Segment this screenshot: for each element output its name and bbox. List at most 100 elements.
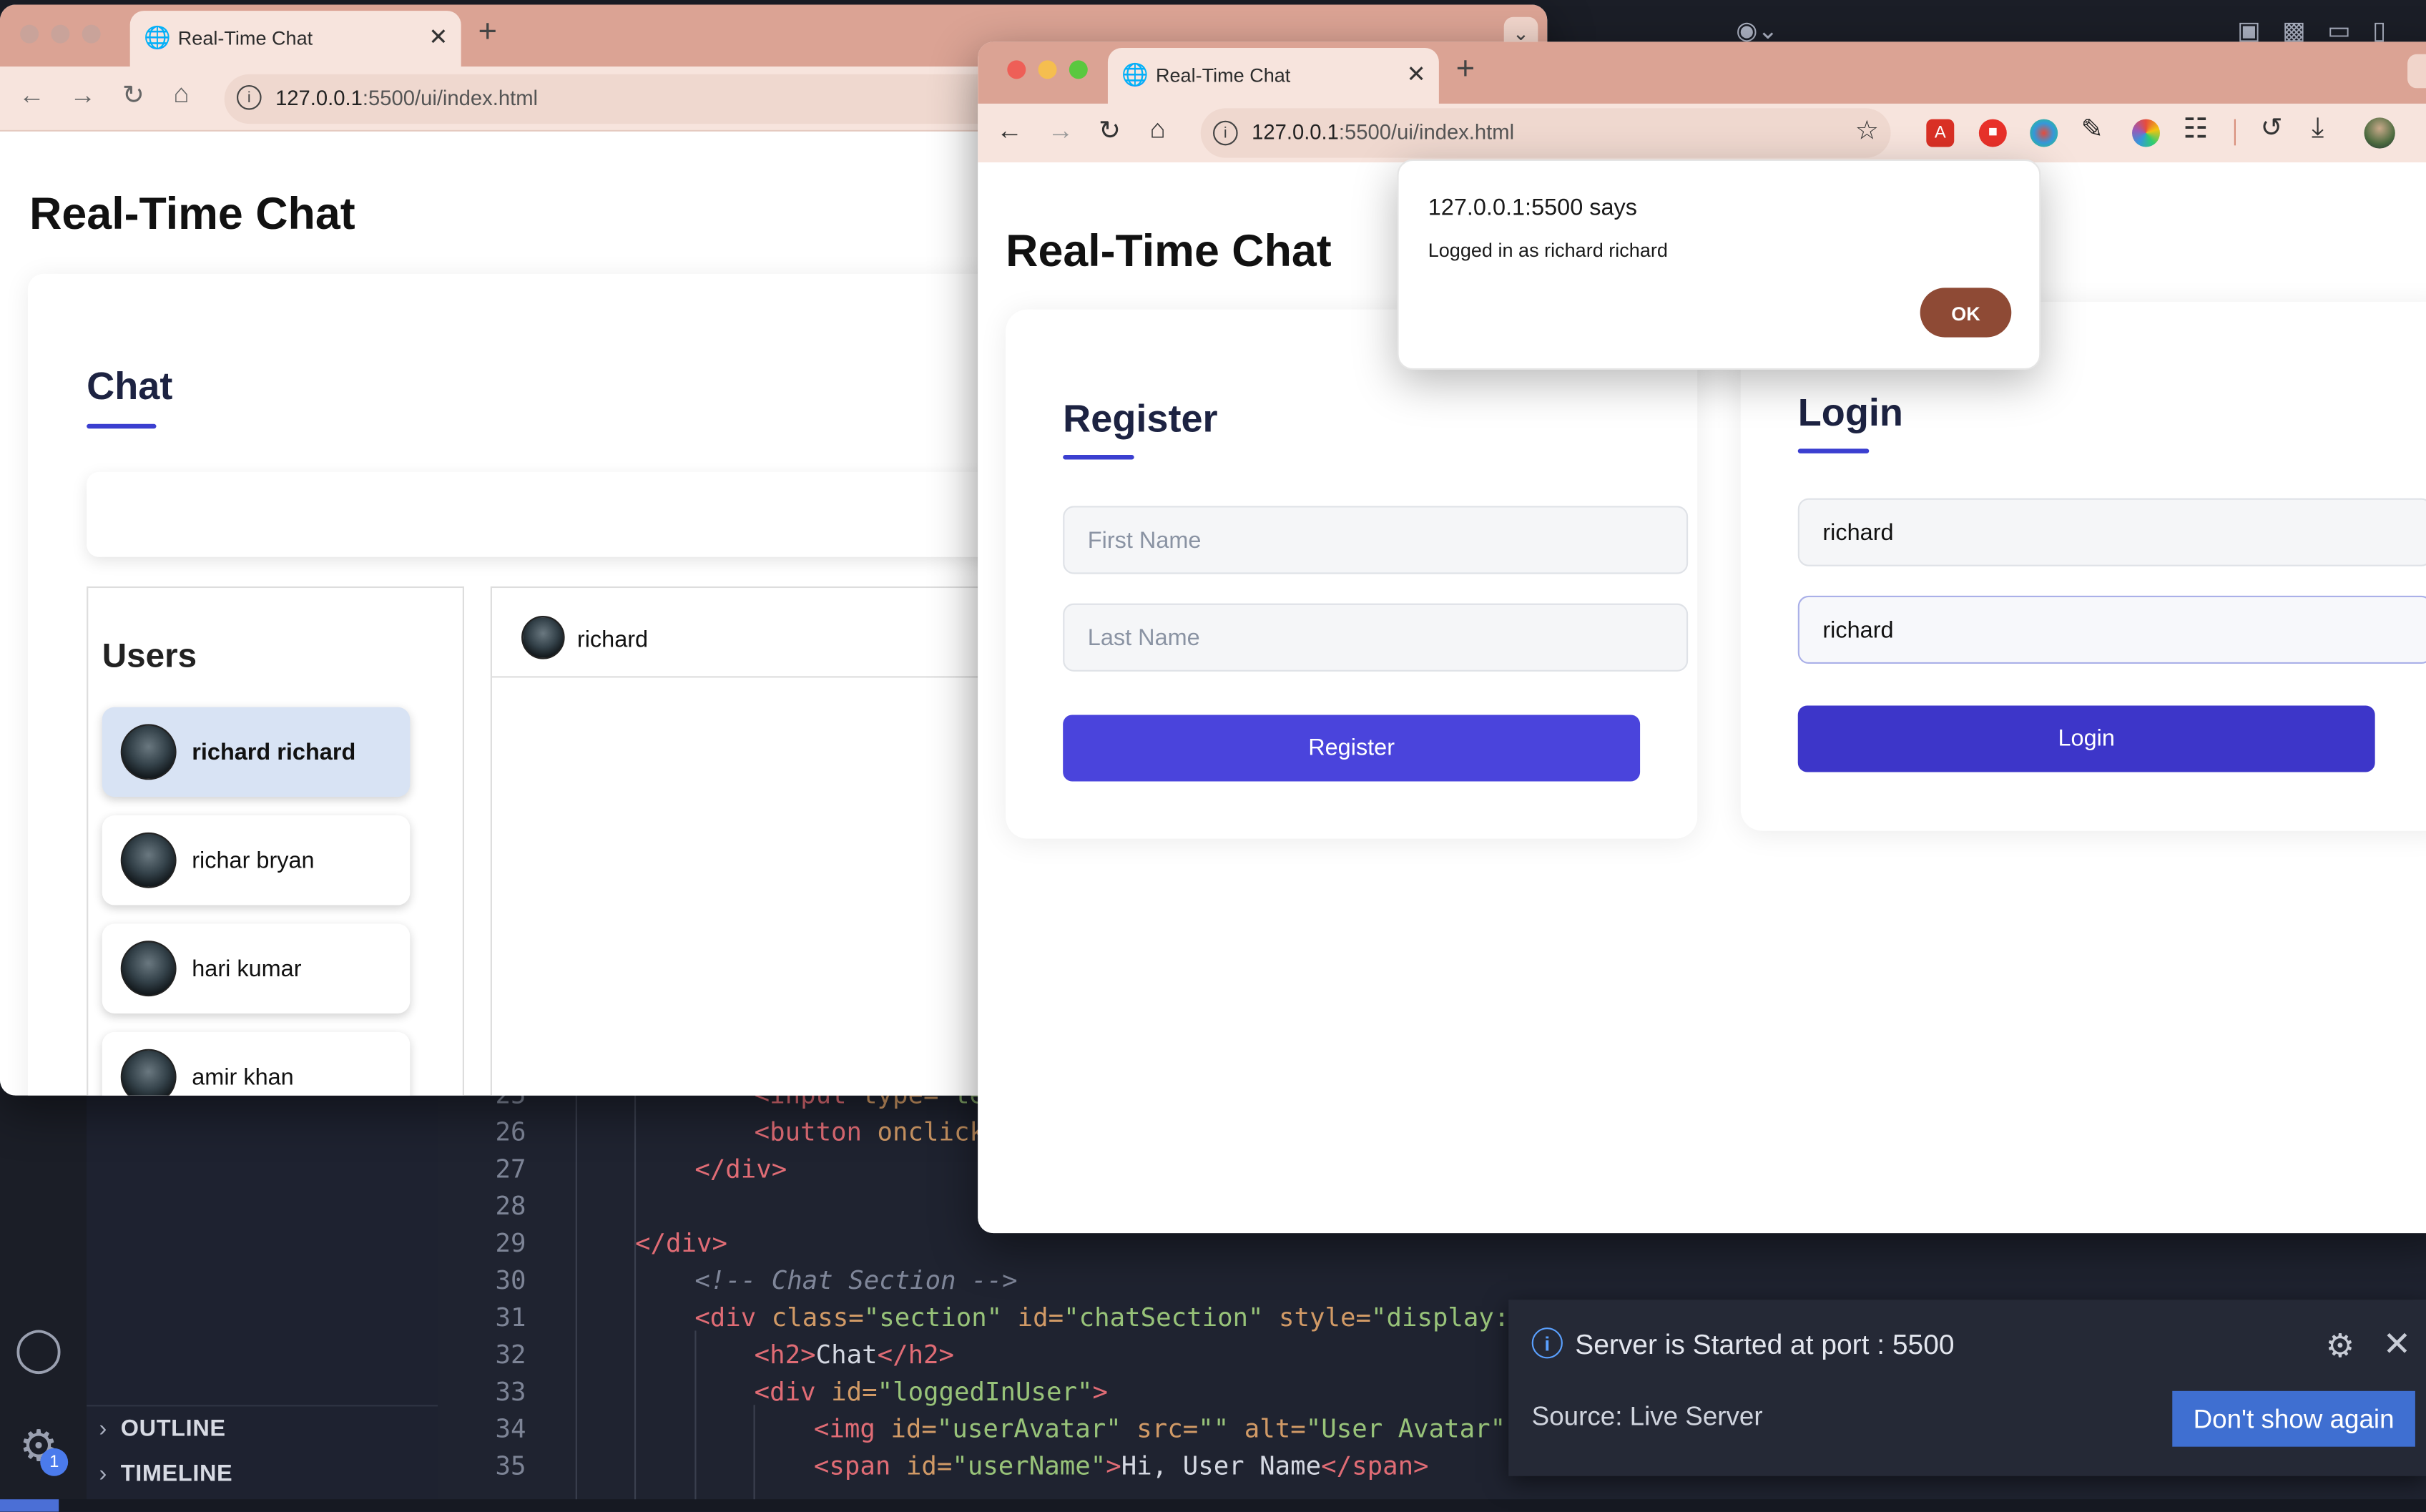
status-bar xyxy=(0,1499,2426,1512)
accounts-icon[interactable]: ◯ xyxy=(12,1323,65,1376)
password-input[interactable] xyxy=(1797,595,2426,664)
pinwheel-extension-icon[interactable] xyxy=(2132,119,2160,147)
sync-extension-icon[interactable]: ↺ xyxy=(2261,113,2283,144)
reload-icon[interactable]: ↻ xyxy=(1099,116,1121,147)
user-list-item[interactable]: amir khan xyxy=(102,1031,411,1096)
home-icon[interactable]: ⌂ xyxy=(1149,114,1165,145)
address-bar[interactable]: i 127.0.0.1:5500/ui/index.html ☆ xyxy=(1200,108,1891,158)
new-tab-button[interactable]: + xyxy=(478,14,497,51)
back-icon[interactable]: ← xyxy=(996,116,1023,147)
close-icon[interactable]: ✕ xyxy=(2382,1325,2411,1365)
tab-real-time-chat[interactable]: 🌐 Real-Time Chat ✕ xyxy=(129,11,461,67)
code-line[interactable]: <div class="section" id="chatSection" st… xyxy=(694,1302,1540,1332)
chevron-right-icon: › xyxy=(99,1415,107,1443)
eyedropper-extension-icon[interactable]: ✎ xyxy=(2081,114,2103,145)
user-name: richar bryan xyxy=(192,848,315,875)
tab-search-chevron-icon[interactable] xyxy=(2407,54,2426,89)
gear-icon[interactable]: ⚙ xyxy=(2325,1327,2354,1366)
home-icon[interactable]: ⌂ xyxy=(173,79,189,109)
chat-heading: Chat xyxy=(87,365,173,409)
user-name: amir khan xyxy=(192,1064,294,1091)
forward-icon[interactable]: → xyxy=(69,80,96,111)
user-name: hari kumar xyxy=(192,956,302,983)
user-list-item[interactable]: hari kumar xyxy=(102,923,411,1013)
download-icon[interactable]: ⤓ xyxy=(2312,112,2324,144)
adblock-extension-icon[interactable]: ■ xyxy=(1978,119,2007,147)
line-number: 30 xyxy=(495,1265,526,1295)
heading-underline xyxy=(87,423,157,429)
zoom-window-button[interactable] xyxy=(1069,60,1088,79)
close-window-button[interactable] xyxy=(1007,60,1026,79)
bookmark-star-icon[interactable]: ☆ xyxy=(1855,116,1879,147)
forward-icon[interactable]: → xyxy=(1048,116,1074,147)
zoom-window-button[interactable] xyxy=(82,24,101,44)
close-tab-icon[interactable]: ✕ xyxy=(1406,60,1425,89)
code-line[interactable]: <h2>Chat</h2> xyxy=(755,1340,954,1369)
heading-underline xyxy=(1797,448,1870,453)
back-icon[interactable]: ← xyxy=(19,80,45,111)
last-name-input[interactable] xyxy=(1063,603,1689,672)
toast-message: Server is Started at port : 5500 xyxy=(1575,1329,1955,1360)
reload-icon[interactable]: ↻ xyxy=(122,80,144,111)
pdf-extension-icon[interactable]: A xyxy=(1926,119,1955,147)
first-name-input[interactable] xyxy=(1063,506,1689,574)
indent-guide xyxy=(634,1083,637,1501)
outline-label: OUTLINE xyxy=(120,1415,226,1443)
line-number: 26 xyxy=(495,1116,526,1147)
tab-title: Real-Time Chat xyxy=(177,27,313,50)
minimize-window-button[interactable] xyxy=(51,24,70,44)
toolbar-separator xyxy=(2234,119,2236,146)
username-input[interactable] xyxy=(1797,498,2426,566)
site-info-icon[interactable]: i xyxy=(1213,120,1238,146)
user-list-item[interactable]: richard richard xyxy=(102,707,411,797)
alert-dialog: 127.0.0.1:5500 says Logged in as richard… xyxy=(1397,159,2041,370)
url-host: 127.0.0.1 xyxy=(275,87,363,110)
chevron-right-icon: › xyxy=(99,1461,107,1487)
new-tab-button[interactable]: + xyxy=(1456,51,1475,88)
alert-message: Logged in as richard richard xyxy=(1428,240,1668,262)
code-line[interactable]: <img id="userAvatar" src="" alt="User Av… xyxy=(814,1414,1536,1443)
chat-user-avatar xyxy=(521,615,565,659)
url-text: 127.0.0.1:5500/ui/index.html xyxy=(1252,121,1514,144)
code-line[interactable]: </div> xyxy=(635,1229,727,1258)
users-heading: Users xyxy=(102,636,197,675)
minimize-window-button[interactable] xyxy=(1038,60,1057,79)
dont-show-again-button[interactable]: Don't show again xyxy=(2172,1390,2415,1447)
line-number: 33 xyxy=(495,1377,526,1407)
info-icon: i xyxy=(1531,1327,1563,1359)
code-line[interactable]: <span id="userName">Hi, User Name</span> xyxy=(814,1451,1429,1481)
close-window-button[interactable] xyxy=(20,24,39,44)
tab-strip: 🌐 Real-Time Chat ✕ + xyxy=(978,41,2426,104)
register-button[interactable]: Register xyxy=(1063,715,1641,782)
alert-title: 127.0.0.1:5500 says xyxy=(1428,195,1638,222)
code-line[interactable]: <button onclick xyxy=(755,1117,985,1147)
code-line[interactable]: <!-- Chat Section --> xyxy=(694,1266,1017,1295)
line-number: 28 xyxy=(495,1191,526,1221)
site-info-icon[interactable]: i xyxy=(236,84,262,110)
code-line[interactable]: <div id="loggedInUser"> xyxy=(755,1377,1108,1406)
user-list-item[interactable]: richar bryan xyxy=(102,815,411,905)
color-extension-icon[interactable] xyxy=(2030,119,2058,147)
avatar xyxy=(120,1049,177,1096)
user-name: richard richard xyxy=(192,740,356,766)
outline-section[interactable]: › OUTLINE xyxy=(99,1415,225,1442)
code-line[interactable]: </div> xyxy=(694,1154,787,1184)
page-title: Real-Time Chat xyxy=(1006,227,1332,278)
page-title: Real-Time Chat xyxy=(29,190,355,240)
login-button[interactable]: Login xyxy=(1797,705,2375,772)
login-heading: Login xyxy=(1797,391,1903,435)
extensions-puzzle-icon[interactable]: ☷ xyxy=(2183,113,2208,145)
remote-indicator[interactable] xyxy=(0,1499,59,1512)
close-tab-icon[interactable]: ✕ xyxy=(428,23,448,51)
globe-icon: 🌐 xyxy=(1121,62,1149,87)
timeline-section[interactable]: › TIMELINE xyxy=(99,1461,232,1487)
profile-avatar-icon[interactable] xyxy=(2364,117,2395,149)
logged-in-bar xyxy=(87,471,1046,557)
explorer-sidebar xyxy=(87,1083,438,1512)
alert-ok-button[interactable]: OK xyxy=(1920,288,2012,338)
toast-source: Source: Live Server xyxy=(1531,1401,1763,1432)
tab-real-time-chat[interactable]: 🌐 Real-Time Chat ✕ xyxy=(1107,48,1439,104)
chat-header-name: richard xyxy=(576,627,649,653)
line-number: 35 xyxy=(495,1451,526,1481)
sidebar-divider xyxy=(87,1405,438,1407)
